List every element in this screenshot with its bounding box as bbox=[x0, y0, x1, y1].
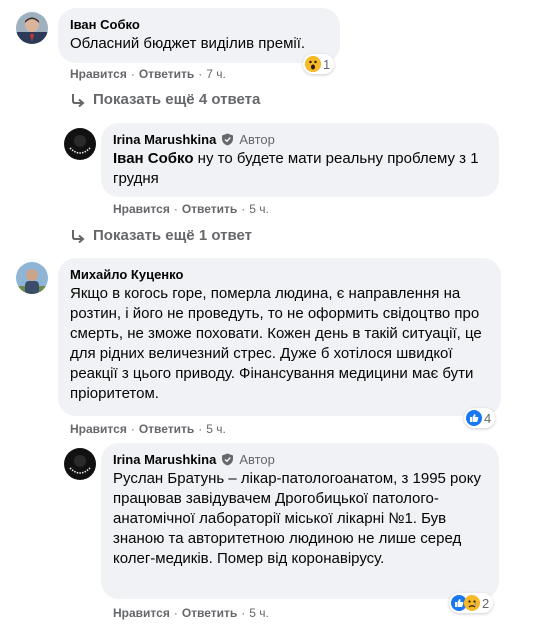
reaction-count: 2 bbox=[482, 595, 490, 611]
show-more-replies-button[interactable]: Показать ещё 1 ответ bbox=[70, 227, 252, 244]
comment-bubble: Іван Собко Обласний бюджет виділив премі… bbox=[58, 8, 340, 63]
separator-dot: · bbox=[173, 606, 178, 620]
comment-text: Іван Собко ну то будете мати реальну про… bbox=[113, 150, 479, 187]
like-button[interactable]: Нравится bbox=[113, 605, 170, 621]
separator-dot: · bbox=[130, 67, 135, 81]
separator-dot: · bbox=[173, 202, 178, 216]
timestamp[interactable]: 7 ч. bbox=[206, 66, 226, 82]
sad-reaction-icon bbox=[464, 595, 480, 611]
show-more-label: Показать ещё 4 ответа bbox=[93, 91, 261, 108]
wow-reaction-icon bbox=[305, 56, 321, 72]
comment-bubble: Irina Marushkina Автор Іван Собко ну то … bbox=[101, 123, 499, 197]
comment-author[interactable]: Irina Marushkina Автор bbox=[113, 451, 487, 468]
timestamp[interactable]: 5 ч. bbox=[206, 421, 226, 437]
reply-button[interactable]: Ответить bbox=[182, 201, 237, 217]
author-badge: Автор bbox=[239, 132, 275, 147]
shield-icon bbox=[222, 453, 234, 466]
comment-bubble: Irina Marushkina Автор Руслан Братунь – … bbox=[101, 443, 499, 599]
reaction-count: 1 bbox=[323, 56, 331, 72]
reply-button[interactable]: Ответить bbox=[139, 66, 194, 82]
author-badge: Автор bbox=[239, 452, 275, 467]
timestamp[interactable]: 5 ч. bbox=[249, 201, 269, 217]
comment-actions: Нравится · Ответить · 5 ч. bbox=[113, 605, 269, 621]
reply-button[interactable]: Ответить bbox=[182, 605, 237, 621]
comment-author[interactable]: Irina Marushkina Автор bbox=[113, 131, 487, 148]
reaction-count: 4 bbox=[484, 410, 492, 426]
separator-dot: · bbox=[130, 422, 135, 436]
avatar[interactable] bbox=[16, 12, 48, 44]
like-button[interactable]: Нравится bbox=[113, 201, 170, 217]
mention-link[interactable]: Іван Собко bbox=[113, 150, 194, 167]
comment-text: Якщо в когось горе, померла людина, є на… bbox=[70, 285, 482, 402]
comment-actions: Нравится · Ответить · 5 ч. bbox=[113, 201, 269, 217]
show-more-label: Показать ещё 1 ответ bbox=[93, 227, 252, 244]
like-button[interactable]: Нравится bbox=[70, 66, 127, 82]
comment-author[interactable]: Іван Собко bbox=[70, 16, 328, 33]
reaction-summary[interactable]: 1 bbox=[303, 54, 335, 74]
reaction-summary[interactable]: 4 bbox=[464, 408, 496, 428]
separator-dot: · bbox=[198, 67, 203, 81]
reply-button[interactable]: Ответить bbox=[139, 421, 194, 437]
separator-dot: · bbox=[198, 422, 203, 436]
separator-dot: · bbox=[241, 202, 246, 216]
timestamp[interactable]: 5 ч. bbox=[249, 605, 269, 621]
like-button[interactable]: Нравится bbox=[70, 421, 127, 437]
reaction-summary[interactable]: 2 bbox=[449, 593, 494, 613]
comment-text: Обласний бюджет виділив премії. bbox=[70, 35, 306, 52]
like-reaction-icon bbox=[466, 410, 482, 426]
separator-dot: · bbox=[241, 606, 246, 620]
comment-bubble: Михайло Куценко Якщо в когось горе, поме… bbox=[58, 258, 501, 416]
comment-author[interactable]: Михайло Куценко bbox=[70, 266, 489, 283]
avatar[interactable] bbox=[64, 128, 96, 160]
reply-arrow-icon bbox=[72, 93, 85, 107]
avatar[interactable] bbox=[16, 262, 48, 294]
shield-icon bbox=[222, 133, 234, 146]
show-more-replies-button[interactable]: Показать ещё 4 ответа bbox=[70, 91, 260, 108]
reply-arrow-icon bbox=[72, 229, 85, 243]
comment-text: Руслан Братунь – лікар-патологоанатом, з… bbox=[113, 470, 481, 567]
avatar[interactable] bbox=[64, 448, 96, 480]
comment-actions: Нравится · Ответить · 7 ч. bbox=[70, 66, 226, 82]
comment-actions: Нравится · Ответить · 5 ч. bbox=[70, 421, 226, 437]
